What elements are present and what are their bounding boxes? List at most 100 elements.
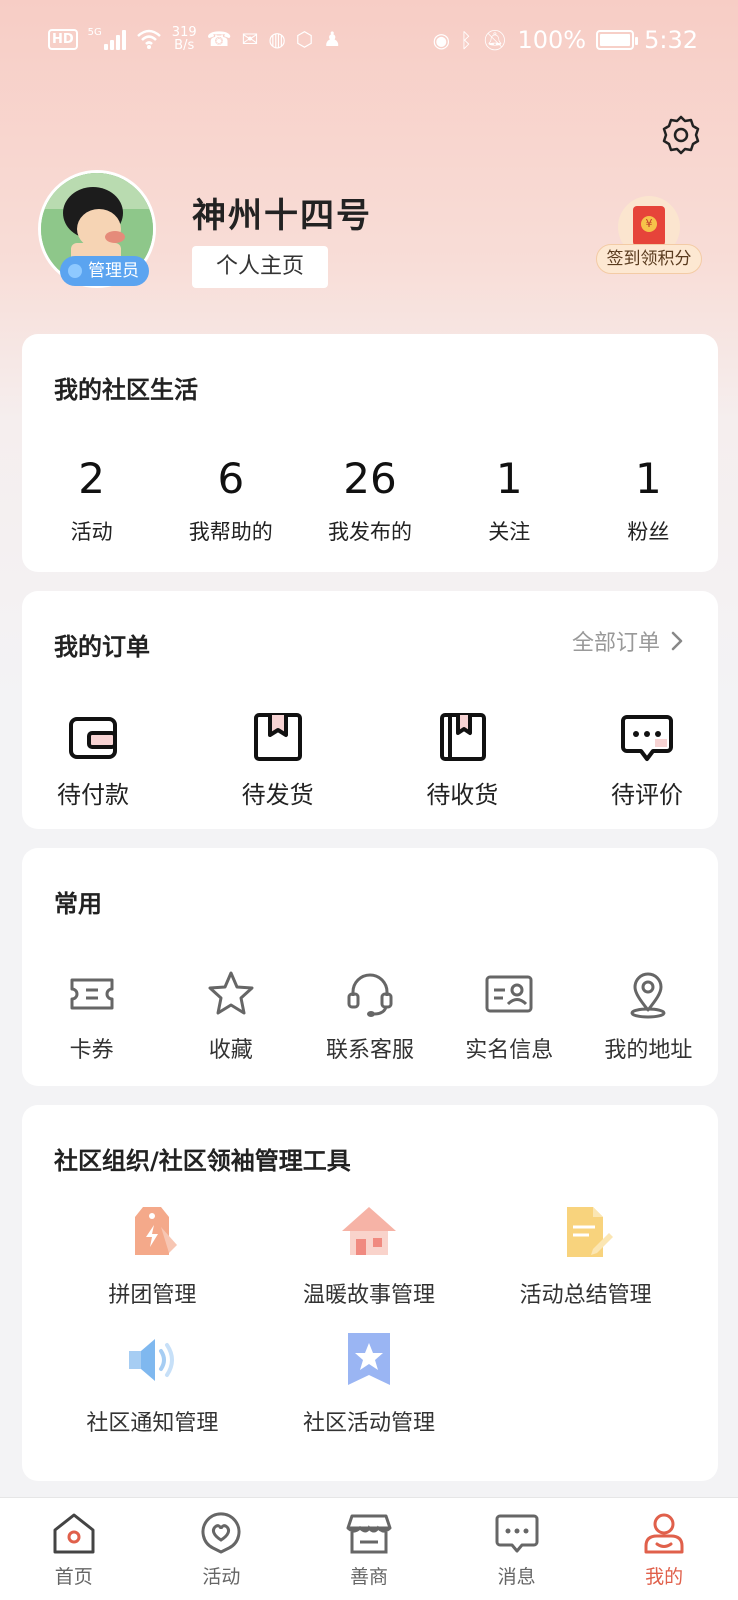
nav-charity-shop[interactable]: 善商 xyxy=(295,1498,443,1600)
wallet-icon xyxy=(69,717,117,759)
stat-value: 1 xyxy=(495,454,523,503)
tool-community-notice-management[interactable]: 社区通知管理 xyxy=(44,1329,261,1437)
nav-home[interactable]: 首页 xyxy=(0,1498,148,1600)
order-pending-review[interactable]: 待评价 xyxy=(606,709,688,810)
activity-heart-icon xyxy=(201,1512,241,1554)
signin-points-button[interactable]: 签到领积分 xyxy=(596,196,702,286)
stat-value: 26 xyxy=(343,454,397,503)
all-orders-label: 全部订单 xyxy=(571,631,660,656)
headset-icon xyxy=(347,973,393,1017)
order-pending-receipt[interactable]: 待收货 xyxy=(421,709,503,810)
common-title: 常用 xyxy=(54,890,102,918)
nav-messages[interactable]: 消息 xyxy=(443,1498,591,1600)
stat-followers[interactable]: 1 粉丝 xyxy=(579,454,718,546)
common-tools-card: 常用 卡券 收藏 联系客服 实名信息 我的地址 xyxy=(22,848,718,1086)
tool-label: 活动总结管理 xyxy=(519,1283,652,1308)
app-notification-icon: ⬡ xyxy=(295,27,314,51)
common-real-name-info[interactable]: 实名信息 xyxy=(440,968,579,1064)
battery-percent: 100% xyxy=(517,26,587,54)
shop-icon xyxy=(346,1514,392,1554)
stat-activities[interactable]: 2 活动 xyxy=(22,454,161,546)
bluetooth-icon: ᛒ xyxy=(460,28,473,52)
management-tools-card: 社区组织/社区领袖管理工具 拼团管理 温暖故事管理 活动总结管理 社区通知管理 … xyxy=(22,1105,718,1481)
nav-label: 善商 xyxy=(349,1566,388,1588)
chevron-right-icon xyxy=(671,631,683,651)
box-icon xyxy=(253,713,302,761)
home-icon xyxy=(53,1513,95,1554)
id-card-icon xyxy=(485,975,533,1013)
community-life-card: 我的社区生活 2 活动 6 我帮助的 26 我发布的 1 关注 1 粉丝 xyxy=(22,334,718,572)
order-label: 待发货 xyxy=(241,781,314,809)
personal-homepage-button[interactable]: 个人主页 xyxy=(192,246,328,288)
nav-label: 我的 xyxy=(645,1566,684,1588)
status-bar-right: ◉ ᛒ 🔕︎ 100% 5:32 xyxy=(433,26,698,54)
document-icon xyxy=(566,1207,613,1257)
house-icon xyxy=(341,1207,396,1255)
star-icon xyxy=(208,971,254,1015)
common-label: 收藏 xyxy=(208,1038,253,1063)
common-label: 卡券 xyxy=(69,1038,114,1063)
order-pending-payment[interactable]: 待付款 xyxy=(52,709,134,810)
stat-label: 关注 xyxy=(488,520,531,544)
stat-helped[interactable]: 6 我帮助的 xyxy=(161,454,300,546)
stat-label: 活动 xyxy=(70,520,113,544)
common-label: 我的地址 xyxy=(604,1038,693,1063)
tool-warm-story-management[interactable]: 温暖故事管理 xyxy=(261,1201,478,1309)
status-bar-left: HD 5G 319 B/s ☎ ✉ ◍ ⬡ ♟ xyxy=(48,26,341,52)
qq-icon: ♟ xyxy=(323,27,342,51)
common-label: 实名信息 xyxy=(465,1038,554,1063)
nav-activities[interactable]: 活动 xyxy=(148,1498,296,1600)
network-type: 5G xyxy=(87,27,102,38)
eye-icon: ◉ xyxy=(432,28,451,52)
settings-button[interactable] xyxy=(660,114,702,156)
tool-label: 温暖故事管理 xyxy=(302,1283,435,1308)
common-favorites[interactable]: 收藏 xyxy=(161,968,300,1064)
stat-following[interactable]: 1 关注 xyxy=(440,454,579,546)
tool-activity-summary-management[interactable]: 活动总结管理 xyxy=(477,1201,694,1309)
nav-label: 消息 xyxy=(497,1566,536,1588)
coupon-icon xyxy=(70,978,114,1010)
browser-icon: ◍ xyxy=(268,27,286,51)
tool-group-buy-management[interactable]: 拼团管理 xyxy=(44,1201,261,1309)
avatar-container[interactable]: 管理员 xyxy=(38,170,156,288)
tool-label: 社区活动管理 xyxy=(302,1411,435,1436)
signin-label: 签到领积分 xyxy=(596,244,702,274)
speaker-icon xyxy=(129,1339,175,1381)
common-row: 卡券 收藏 联系客服 实名信息 我的地址 xyxy=(22,968,718,1064)
order-label: 待评价 xyxy=(610,781,683,809)
nav-label: 首页 xyxy=(54,1566,93,1588)
my-orders-title: 我的订单 xyxy=(54,633,150,661)
battery-icon xyxy=(596,30,639,50)
stat-published[interactable]: 26 我发布的 xyxy=(300,454,439,546)
nav-mine[interactable]: 我的 xyxy=(590,1498,738,1600)
signal-icon: 5G xyxy=(88,28,126,50)
hd-icon: HD xyxy=(48,28,78,50)
stat-label: 粉丝 xyxy=(627,520,670,544)
common-customer-service[interactable]: 联系客服 xyxy=(300,968,439,1064)
stat-value: 6 xyxy=(217,454,245,503)
tool-label: 拼团管理 xyxy=(108,1283,197,1308)
stat-label: 我发布的 xyxy=(328,520,412,544)
bottom-navigation: 首页 活动 善商 消息 我的 xyxy=(0,1497,738,1600)
missed-call-icon: ☎ xyxy=(206,27,232,51)
gear-icon xyxy=(662,115,700,155)
tool-community-activity-management[interactable]: 社区活动管理 xyxy=(261,1329,478,1437)
my-orders-card: 我的订单 全部订单 待付款 待发货 待收货 待评价 xyxy=(22,591,718,829)
stat-label: 我帮助的 xyxy=(188,520,273,544)
common-my-address[interactable]: 我的地址 xyxy=(579,968,718,1064)
management-tools-grid: 拼团管理 温暖故事管理 活动总结管理 社区通知管理 社区活动管理 xyxy=(44,1201,694,1437)
common-coupons[interactable]: 卡券 xyxy=(22,968,161,1064)
all-orders-link[interactable]: 全部订单 xyxy=(572,625,684,657)
tag-icon xyxy=(135,1207,178,1255)
wifi-icon xyxy=(136,29,161,49)
username: 神州十四号 xyxy=(192,196,372,236)
status-bar: HD 5G 319 B/s ☎ ✉ ◍ ⬡ ♟ ◉ ᛒ 🔕︎ 100% 5:32 xyxy=(0,0,738,84)
order-pending-shipment[interactable]: 待发货 xyxy=(237,709,319,810)
stat-value: 1 xyxy=(635,454,662,503)
network-speed: 319 B/s xyxy=(171,25,197,53)
message-icon xyxy=(495,1514,539,1553)
book-icon xyxy=(440,713,487,761)
clock: 5:32 xyxy=(644,26,698,54)
stat-value: 2 xyxy=(78,454,105,503)
community-stats: 2 活动 6 我帮助的 26 我发布的 1 关注 1 粉丝 xyxy=(22,454,718,546)
